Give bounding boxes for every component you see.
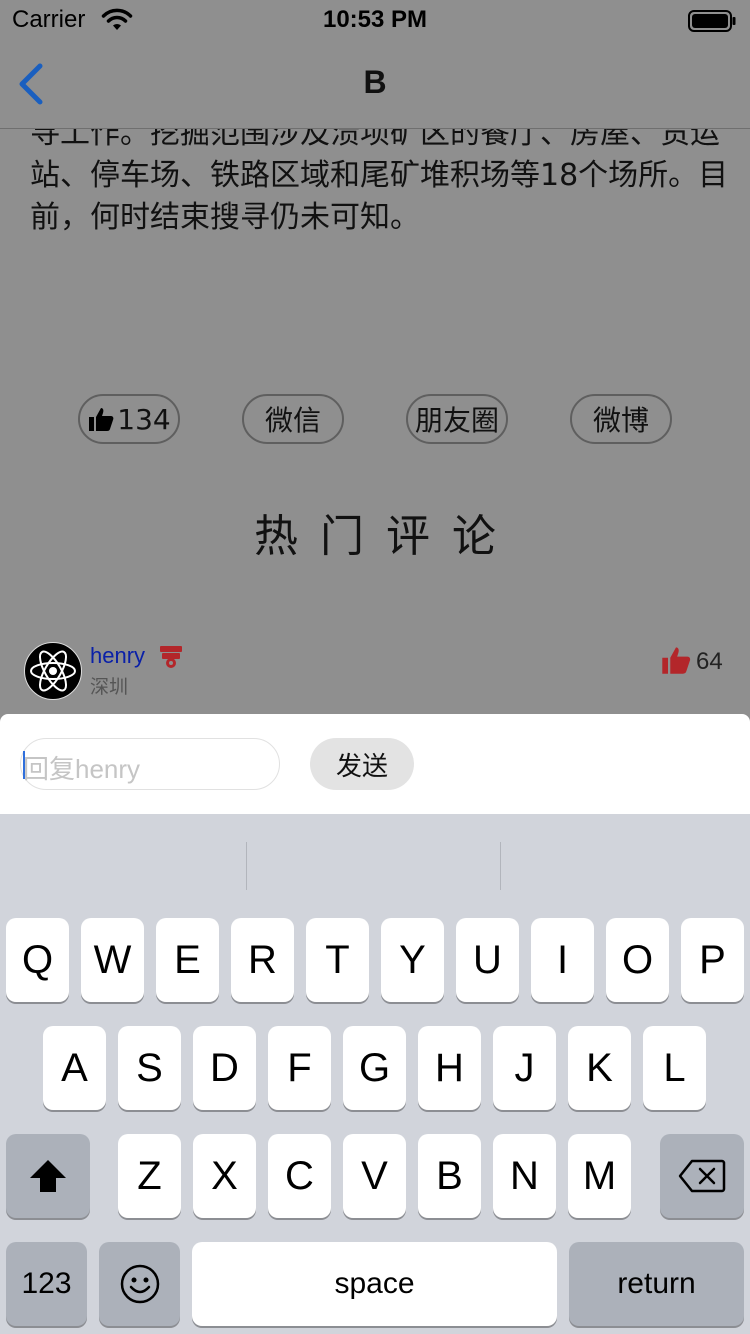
key-c[interactable]: C <box>268 1134 331 1218</box>
thumbs-up-icon <box>89 408 114 431</box>
article-line: 站、停车场、铁路区域和尾矿堆积场等18个场所。目 <box>30 158 729 193</box>
share-moments-button[interactable]: 朋友圈 <box>406 394 508 444</box>
key-x[interactable]: X <box>193 1134 256 1218</box>
article-body: 寻工作。挖掘范围涉及溃坝矿区的餐厅、房屋、货运 站、停车场、铁路区域和尾矿堆积场… <box>30 113 730 239</box>
key-d[interactable]: D <box>193 1026 256 1110</box>
reply-placeholder: 回复henry <box>23 754 141 784</box>
page-title: B <box>363 64 387 100</box>
shift-arrow-icon <box>30 1160 66 1192</box>
send-button[interactable]: 发送 <box>310 738 414 790</box>
key-y[interactable]: Y <box>381 918 444 1002</box>
reply-input[interactable]: 回复henry <box>20 738 280 790</box>
key-h[interactable]: H <box>418 1026 481 1110</box>
article-line: 前，何时结束搜寻仍未可知。 <box>30 200 420 235</box>
key-q[interactable]: Q <box>6 918 69 1002</box>
key-w[interactable]: W <box>81 918 144 1002</box>
key-e[interactable]: E <box>156 918 219 1002</box>
return-key[interactable]: return <box>569 1242 744 1326</box>
status-bar: Carrier 10:53 PM <box>0 0 750 40</box>
key-u[interactable]: U <box>456 918 519 1002</box>
text-caret <box>23 751 25 779</box>
key-z[interactable]: Z <box>118 1134 181 1218</box>
key-p[interactable]: P <box>681 918 744 1002</box>
comment-like-count: 64 <box>696 648 723 675</box>
shift-key[interactable] <box>6 1134 90 1218</box>
hot-comments-heading: 热门评论 <box>254 511 518 562</box>
key-g[interactable]: G <box>343 1026 406 1110</box>
key-r[interactable]: R <box>231 918 294 1002</box>
key-t[interactable]: T <box>306 918 369 1002</box>
key-s[interactable]: S <box>118 1026 181 1110</box>
comment-username[interactable]: henry <box>90 643 145 669</box>
key-n[interactable]: N <box>493 1134 556 1218</box>
emoji-key[interactable] <box>99 1242 180 1326</box>
battery-icon <box>688 10 736 32</box>
key-v[interactable]: V <box>343 1134 406 1218</box>
comment-like-icon[interactable] <box>660 644 692 676</box>
avatar[interactable] <box>24 642 82 700</box>
key-j[interactable]: J <box>493 1026 556 1110</box>
key-f[interactable]: F <box>268 1026 331 1110</box>
like-button[interactable]: 134 <box>78 394 180 444</box>
share-weibo-button[interactable]: 微博 <box>570 394 672 444</box>
like-count: 134 <box>117 402 171 436</box>
key-i[interactable]: I <box>531 918 594 1002</box>
key-a[interactable]: A <box>43 1026 106 1110</box>
emoji-icon <box>120 1264 159 1304</box>
numbers-key[interactable]: 123 <box>6 1242 87 1326</box>
space-key[interactable]: space <box>192 1242 557 1326</box>
delete-key[interactable] <box>660 1134 744 1218</box>
vip-badge-icon <box>160 646 182 668</box>
backspace-icon <box>678 1159 726 1193</box>
key-k[interactable]: K <box>568 1026 631 1110</box>
prediction-divider <box>500 842 501 890</box>
key-m[interactable]: M <box>568 1134 631 1218</box>
atom-icon <box>30 650 76 692</box>
key-b[interactable]: B <box>418 1134 481 1218</box>
prediction-divider <box>246 842 247 890</box>
key-l[interactable]: L <box>643 1026 706 1110</box>
comment-location: 深圳 <box>90 676 129 698</box>
share-wechat-button[interactable]: 微信 <box>242 394 344 444</box>
key-o[interactable]: O <box>606 918 669 1002</box>
navigation-bar: B <box>0 40 750 129</box>
clock: 10:53 PM <box>322 6 428 33</box>
